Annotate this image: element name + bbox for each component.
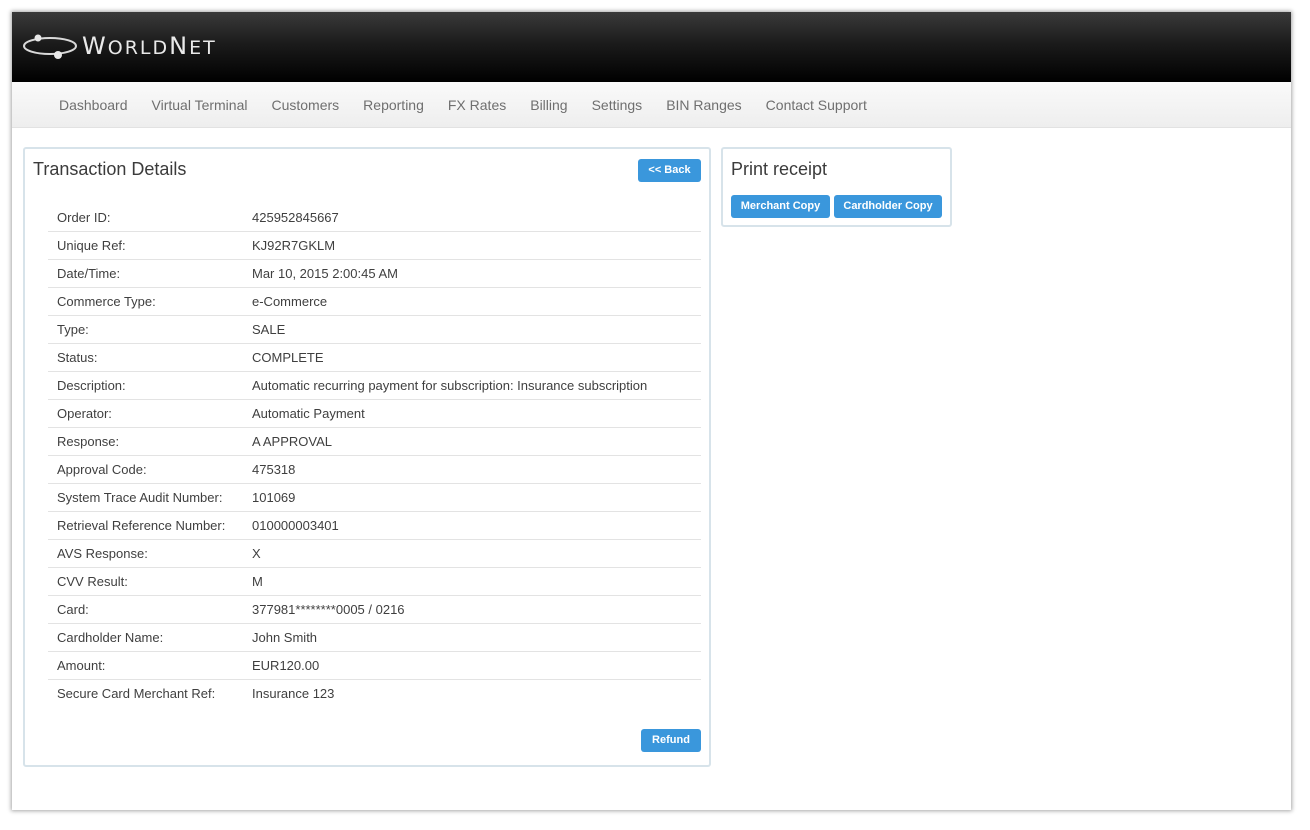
print-receipt-title: Print receipt xyxy=(731,159,828,179)
detail-value: 010000003401 xyxy=(252,518,339,533)
detail-label: System Trace Audit Number: xyxy=(57,490,223,505)
detail-label: Card: xyxy=(57,602,89,617)
detail-row-secure-card-merchant-ref: Secure Card Merchant Ref: Insurance 123 xyxy=(48,680,701,707)
transaction-details-panel: Transaction Details << Back Order ID: 42… xyxy=(23,147,711,767)
detail-value: 425952845667 xyxy=(252,210,339,225)
transaction-details-table: Order ID: 425952845667 Unique Ref: KJ92R… xyxy=(48,204,701,707)
nav-item-contact-support[interactable]: Contact Support xyxy=(766,97,867,113)
brand-name: WORLDNET xyxy=(82,32,217,60)
brand-letters-orld: ORLD xyxy=(107,37,170,59)
detail-value: Automatic Payment xyxy=(252,406,365,421)
transaction-details-title: Transaction Details xyxy=(33,159,187,179)
merchant-copy-button[interactable]: Merchant Copy xyxy=(731,195,830,218)
detail-row-status: Status: COMPLETE xyxy=(48,344,701,372)
cardholder-copy-button[interactable]: Cardholder Copy xyxy=(834,195,942,218)
detail-label: Retrieval Reference Number: xyxy=(57,518,226,533)
detail-value: KJ92R7GKLM xyxy=(252,238,336,253)
detail-row-approval-code: Approval Code: 475318 xyxy=(48,456,701,484)
detail-value: SALE xyxy=(252,322,286,337)
detail-row-avs-response: AVS Response: X xyxy=(48,540,701,568)
detail-label: Type: xyxy=(57,322,89,337)
detail-row-amount: Amount: EUR120.00 xyxy=(48,652,701,680)
detail-row-response: Response: A APPROVAL xyxy=(48,428,701,456)
detail-row-type: Type: SALE xyxy=(48,316,701,344)
detail-row-description: Description: Automatic recurring payment… xyxy=(48,372,701,400)
detail-value: 475318 xyxy=(252,462,296,477)
nav-item-reporting[interactable]: Reporting xyxy=(363,97,424,113)
brand-letter-w: W xyxy=(82,32,108,60)
app-header: WORLDNET xyxy=(12,12,1291,82)
detail-row-card: Card: 377981********0005 / 0216 xyxy=(48,596,701,624)
nav-item-bin-ranges[interactable]: BIN Ranges xyxy=(666,97,741,113)
print-receipt-panel: Print receipt Merchant Copy Cardholder C… xyxy=(721,147,952,227)
detail-label: Description: xyxy=(57,378,126,393)
worldnet-logo[interactable]: WORLDNET xyxy=(22,28,217,64)
detail-value: e-Commerce xyxy=(252,294,328,309)
detail-label: Cardholder Name: xyxy=(57,630,164,645)
nav-item-billing[interactable]: Billing xyxy=(530,97,567,113)
detail-row-date-time: Date/Time: Mar 10, 2015 2:00:45 AM xyxy=(48,260,701,288)
detail-label: Approval Code: xyxy=(57,462,147,477)
nav-item-settings[interactable]: Settings xyxy=(592,97,643,113)
detail-row-commerce-type: Commerce Type: e-Commerce xyxy=(48,288,701,316)
detail-row-cardholder-name: Cardholder Name: John Smith xyxy=(48,624,701,652)
nav-item-customers[interactable]: Customers xyxy=(271,97,339,113)
nav-item-dashboard[interactable]: Dashboard xyxy=(59,97,128,113)
detail-label: Unique Ref: xyxy=(57,238,126,253)
detail-row-operator: Operator: Automatic Payment xyxy=(48,400,701,428)
detail-label: Date/Time: xyxy=(57,266,121,281)
detail-label: Response: xyxy=(57,434,120,449)
detail-row-system-trace-audit-number: System Trace Audit Number: 101069 xyxy=(48,484,701,512)
orbit-logo-icon xyxy=(23,34,77,59)
detail-label: Order ID: xyxy=(57,210,111,225)
detail-row-cvv-result: CVV Result: M xyxy=(48,568,701,596)
detail-label: AVS Response: xyxy=(57,546,148,561)
detail-value: Insurance 123 xyxy=(252,686,335,701)
detail-value: X xyxy=(252,546,261,561)
detail-row-order-id: Order ID: 425952845667 xyxy=(48,204,701,232)
detail-value: M xyxy=(252,574,263,589)
detail-label: Amount: xyxy=(57,658,106,673)
detail-label: CVV Result: xyxy=(57,574,128,589)
back-button[interactable]: << Back xyxy=(638,159,701,182)
nav-item-virtual-terminal[interactable]: Virtual Terminal xyxy=(152,97,248,113)
detail-label: Operator: xyxy=(57,406,112,421)
detail-label: Secure Card Merchant Ref: xyxy=(57,686,216,701)
detail-value: COMPLETE xyxy=(252,350,324,365)
brand-letters-et: ET xyxy=(189,37,217,59)
detail-value: Automatic recurring payment for subscrip… xyxy=(252,378,648,393)
detail-value: A APPROVAL xyxy=(252,434,332,449)
detail-value: 101069 xyxy=(252,490,296,505)
detail-label: Status: xyxy=(57,350,98,365)
detail-value: John Smith xyxy=(252,630,318,645)
nav-item-fx-rates[interactable]: FX Rates xyxy=(448,97,506,113)
detail-value: Mar 10, 2015 2:00:45 AM xyxy=(252,266,398,281)
app-window: WORLDNET Dashboard Virtual Terminal Cust… xyxy=(12,12,1291,810)
detail-label: Commerce Type: xyxy=(57,294,156,309)
detail-row-unique-ref: Unique Ref: KJ92R7GKLM xyxy=(48,232,701,260)
main-nav: Dashboard Virtual Terminal Customers Rep… xyxy=(12,82,1291,128)
brand-letter-n: N xyxy=(169,32,190,60)
detail-row-retrieval-reference-number: Retrieval Reference Number: 010000003401 xyxy=(48,512,701,540)
detail-value: 377981********0005 / 0216 xyxy=(252,602,405,617)
detail-value: EUR120.00 xyxy=(252,658,320,673)
refund-button[interactable]: Refund xyxy=(641,729,701,752)
